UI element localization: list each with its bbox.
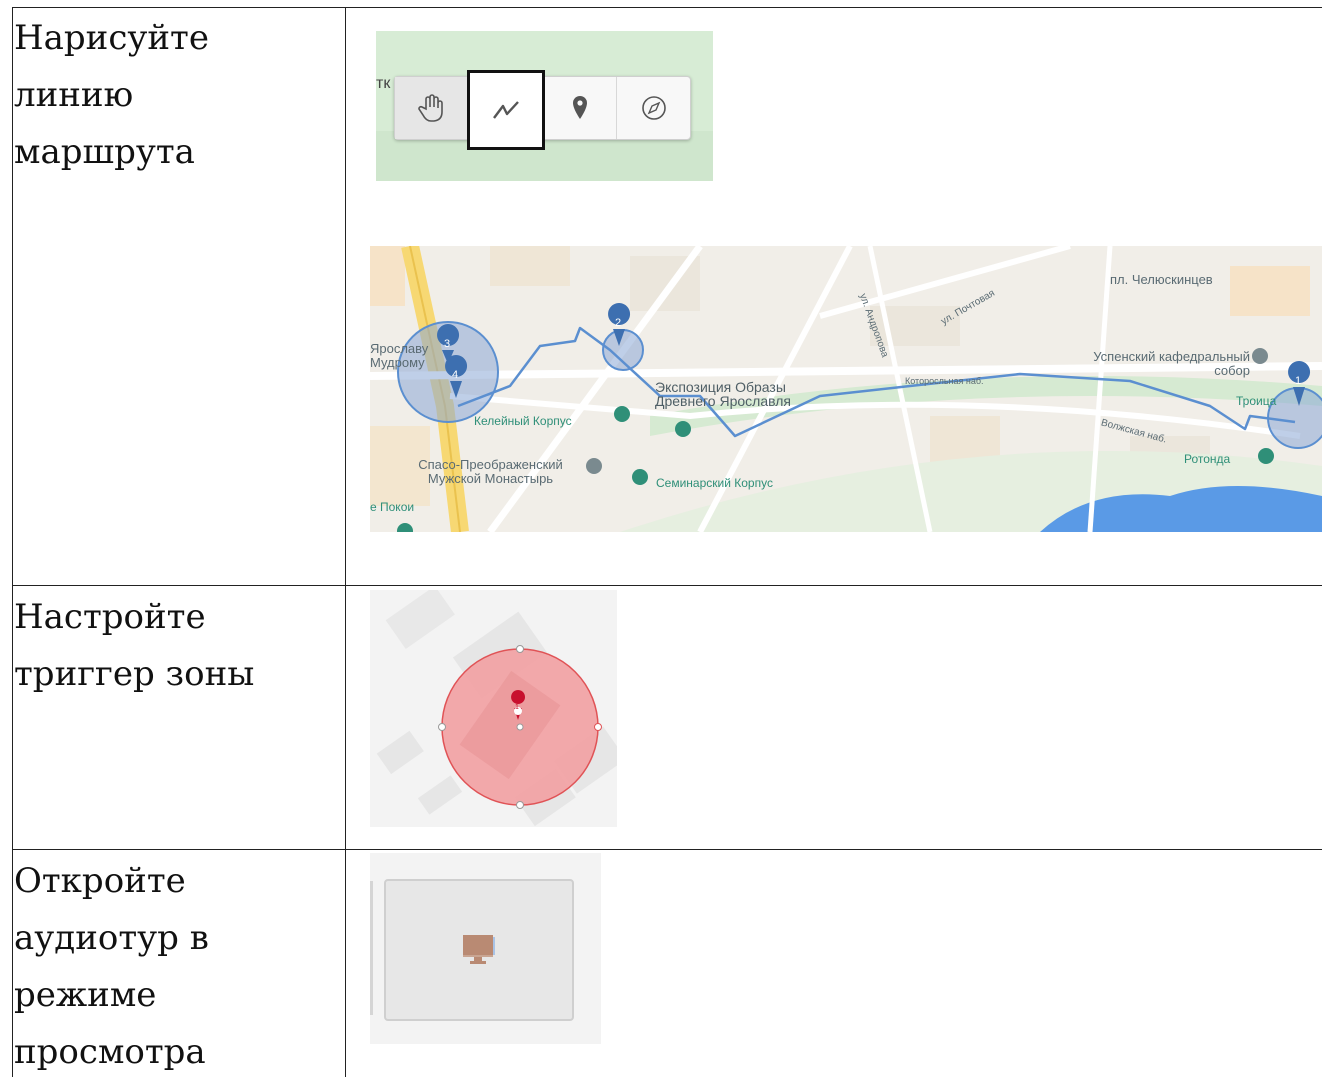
place-label: Семинарский Корпус (656, 476, 773, 490)
place-label: Ярославу Мудрому (370, 341, 429, 370)
instruction-table: Нарисуйте линию маршрута Настройте тригг… (0, 0, 1322, 1077)
preview-button-screenshot (370, 853, 601, 1044)
place-label: Келейный Корпус (474, 414, 572, 428)
route-map-screenshot: 3 4 2 1 пл. Челюскинцев ул. Почтовая ул.… (370, 246, 1322, 532)
table-border-middle (345, 7, 346, 1077)
pan-tool-button[interactable] (395, 77, 469, 139)
table-border-row2 (12, 849, 1322, 850)
draw-polyline-tool-button[interactable] (467, 70, 545, 150)
place-label: Спасо-Преображенский Мужской Монастырь (418, 457, 563, 486)
trigger-zone-screenshot: 1 (370, 590, 617, 827)
place-label: Успенский кафедральный собор (1093, 349, 1250, 378)
place-label: Экспозиция Образы Древнего Ярославля (655, 379, 791, 409)
step-open-preview-text: Откройте аудиотур в режиме просмотра (14, 861, 209, 1072)
street-label: Которосльная наб. (905, 376, 984, 386)
trigger-zone-drawing (376, 590, 617, 827)
map-edge-text: тк (376, 75, 391, 92)
marker-number: 1 (1295, 375, 1302, 387)
monitor-icon (463, 935, 495, 964)
table-border-top (12, 7, 1322, 8)
map-tools-toolbar (394, 70, 691, 150)
street-label: пл. Челюскинцев (1110, 272, 1213, 287)
map-pin-icon (572, 96, 587, 119)
table-border-left (12, 7, 13, 1077)
button-edge (370, 881, 373, 1015)
compass-tool-button[interactable] (617, 77, 690, 139)
route-map-drawing (370, 246, 1322, 532)
hand-icon (417, 94, 443, 122)
place-label: Ротонда (1184, 452, 1231, 466)
toolbar-screenshot: тк (376, 31, 713, 181)
marker-number: 3 (444, 338, 451, 350)
compass-icon (641, 96, 666, 120)
polyline-icon (492, 101, 519, 119)
preview-mode-button[interactable] (384, 879, 574, 1021)
add-marker-tool-button[interactable] (543, 77, 617, 139)
marker-number: 4 (452, 369, 459, 381)
step-draw-route-text: Нарисуйте линию маршрута (14, 18, 209, 172)
place-label: е Покои (370, 500, 415, 514)
table-border-row1 (12, 585, 1322, 586)
place-label: Троица (1236, 394, 1277, 408)
marker-number: 2 (615, 317, 622, 329)
zone-marker-number: 1 (515, 704, 519, 711)
step-trigger-zone-text: Настройте триггер зоны (14, 597, 255, 694)
